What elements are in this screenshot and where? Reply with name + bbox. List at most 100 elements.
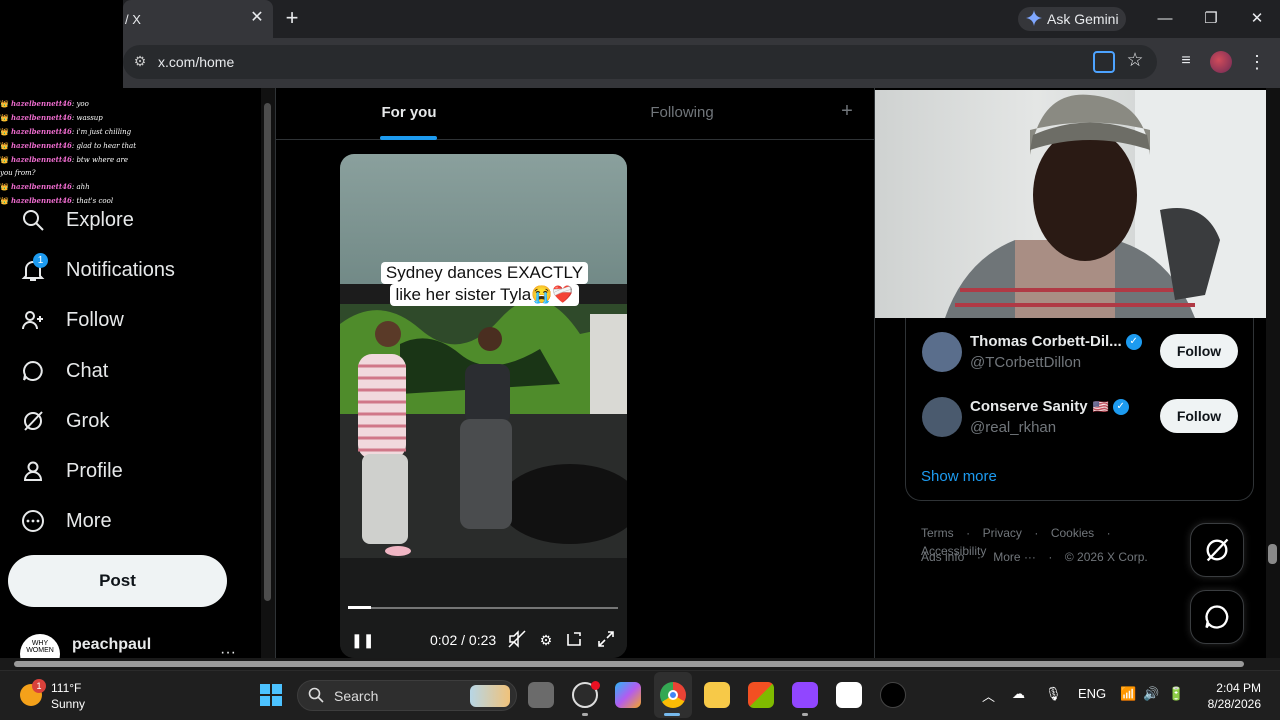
- site-settings-icon[interactable]: ⚙: [131, 53, 149, 71]
- tiktok-app-icon[interactable]: [880, 682, 906, 708]
- close-window-button[interactable]: ✕: [1245, 8, 1269, 30]
- chat-line: 👑 hazelbennett46: i'm just chilling: [0, 127, 132, 136]
- taskbar-search-label: Search: [334, 688, 379, 704]
- browser-profile-avatar[interactable]: [1210, 51, 1232, 73]
- suggested-user-avatar[interactable]: [922, 397, 962, 437]
- nav-scrollbar-thumb[interactable]: [264, 103, 271, 601]
- messages-fab-button[interactable]: [1190, 590, 1244, 644]
- grok-fab-button[interactable]: [1190, 523, 1244, 577]
- footer-privacy[interactable]: Privacy: [983, 526, 1022, 540]
- capcut-app-icon[interactable]: [836, 682, 862, 708]
- app-notification-dot: [591, 681, 600, 690]
- nav-notifications-label: Notifications: [66, 258, 175, 281]
- address-bar[interactable]: [123, 45, 1157, 79]
- nav-follow-label: Follow: [66, 308, 124, 331]
- microsoft-store-icon[interactable]: [748, 682, 774, 708]
- clock-date[interactable]: 8/28/2026: [1200, 697, 1261, 711]
- footer-cookies[interactable]: Cookies: [1051, 526, 1094, 540]
- show-more-link[interactable]: Show more: [921, 468, 997, 485]
- fullscreen-icon[interactable]: [596, 630, 616, 650]
- nav-explore-label: Explore: [66, 208, 134, 231]
- chat-line: 👑 hazelbennett46: glad to hear that: [0, 141, 137, 150]
- settings-gear-icon[interactable]: ⚙: [536, 630, 556, 650]
- video-player[interactable]: [340, 154, 627, 658]
- restore-button[interactable]: ❐: [1199, 8, 1223, 30]
- chrome-center-icon: [668, 690, 678, 700]
- main-divider: [275, 88, 276, 658]
- suggested-user-avatar[interactable]: [922, 332, 962, 372]
- horizontal-scrollbar-thumb[interactable]: [14, 661, 1244, 667]
- add-feed-icon[interactable]: +: [836, 100, 858, 126]
- chat-username: hazelbennett46: [10, 182, 72, 191]
- footer-ads-info[interactable]: Ads info: [921, 550, 964, 564]
- chat-badge-icon: 👑: [0, 114, 11, 122]
- onedrive-icon[interactable]: ☁: [1012, 686, 1025, 702]
- new-tab-button[interactable]: +: [282, 7, 302, 29]
- clock-time[interactable]: 2:04 PM: [1211, 681, 1261, 695]
- account-name[interactable]: peachpaul: [72, 636, 151, 654]
- chat-username: hazelbennett46: [10, 155, 72, 164]
- nav-profile[interactable]: Profile: [20, 451, 123, 491]
- chat-message-text: ahh: [76, 183, 90, 191]
- follow-button[interactable]: Follow: [1160, 334, 1238, 368]
- pip-icon[interactable]: [564, 630, 584, 650]
- nav-chat[interactable]: Chat: [20, 351, 108, 391]
- task-view-icon[interactable]: [528, 682, 554, 708]
- twitch-app-icon[interactable]: [792, 682, 818, 708]
- volume-icon[interactable]: 🔊: [1143, 686, 1159, 702]
- browser-menu-icon[interactable]: ⋮: [1248, 52, 1266, 72]
- suggested-user-handle[interactable]: @TCorbettDillon: [970, 354, 1081, 371]
- bookmark-star-icon[interactable]: ☆: [1124, 50, 1146, 72]
- chat-badge-icon: 👑: [0, 183, 11, 191]
- weather-alert-badge: 1: [32, 679, 46, 693]
- webcam-frame: [945, 90, 1280, 318]
- nav-more[interactable]: More: [20, 501, 112, 541]
- language-indicator[interactable]: ENG: [1078, 686, 1106, 701]
- tray-overflow-chevron-icon[interactable]: ︿: [982, 686, 995, 705]
- chat-messages: 👑 hazelbennett46: yoo 👑 hazelbennett46: w…: [0, 97, 137, 208]
- person-icon: [20, 458, 46, 484]
- url-text[interactable]: x.com/home: [158, 54, 234, 70]
- search-icon: [20, 207, 46, 233]
- weather-temperature[interactable]: 111°F: [51, 681, 81, 695]
- nav-grok[interactable]: Grok: [20, 401, 109, 441]
- verified-badge-icon: ✓: [1125, 333, 1142, 350]
- suggested-user-name-row[interactable]: Thomas Corbett-Dil... ✓: [970, 333, 1142, 351]
- footer-links-row-2: Ads info · More ··· · © 2026 X Corp.: [921, 548, 1181, 566]
- weather-condition[interactable]: Sunny: [51, 697, 85, 711]
- nav-profile-label: Profile: [66, 459, 123, 482]
- page-scrollbar[interactable]: [1266, 88, 1280, 658]
- post-button[interactable]: Post: [8, 555, 227, 607]
- windows-start-icon[interactable]: [259, 683, 283, 707]
- media-controls-icon[interactable]: ≡: [1176, 52, 1196, 72]
- tab-close-icon[interactable]: ✕: [248, 9, 266, 27]
- install-app-icon[interactable]: [1093, 51, 1115, 73]
- footer-more[interactable]: More ···: [993, 550, 1036, 564]
- tab-following[interactable]: Following: [612, 104, 752, 126]
- suggested-user-name-row[interactable]: Conserve Sanity 🇺🇸 ✓: [970, 398, 1129, 416]
- wifi-icon[interactable]: 📶: [1120, 686, 1136, 702]
- copilot-icon[interactable]: [615, 682, 641, 708]
- battery-icon[interactable]: 🔋: [1168, 686, 1184, 702]
- chat-message-text: glad to hear that: [76, 142, 137, 150]
- pause-icon[interactable]: ❚❚: [351, 630, 374, 650]
- minimize-button[interactable]: —: [1153, 8, 1177, 30]
- chat-message-text: you from?: [0, 169, 36, 177]
- file-explorer-icon[interactable]: [704, 682, 730, 708]
- suggested-user-handle[interactable]: @real_rkhan: [970, 419, 1056, 436]
- video-progress-track[interactable]: [348, 607, 618, 609]
- tab-for-you[interactable]: For you: [340, 104, 478, 126]
- caption-line-2: like her sister Tyla😭❤️‍🩹: [390, 284, 579, 306]
- mute-icon[interactable]: [507, 630, 527, 650]
- microphone-icon[interactable]: 🎙: [1045, 686, 1062, 702]
- page-scrollbar-thumb[interactable]: [1268, 544, 1277, 564]
- footer-terms[interactable]: Terms: [921, 526, 954, 540]
- nav-follow[interactable]: Follow: [20, 300, 124, 340]
- video-caption: Sydney dances EXACTLY like her sister Ty…: [371, 262, 598, 310]
- footer-copyright: © 2026 X Corp.: [1064, 550, 1148, 564]
- search-icon: [308, 687, 324, 703]
- chat-line: you from?: [0, 167, 123, 180]
- follow-button[interactable]: Follow: [1160, 399, 1238, 433]
- nav-explore[interactable]: Explore: [20, 200, 134, 240]
- grok-icon: [1206, 538, 1229, 562]
